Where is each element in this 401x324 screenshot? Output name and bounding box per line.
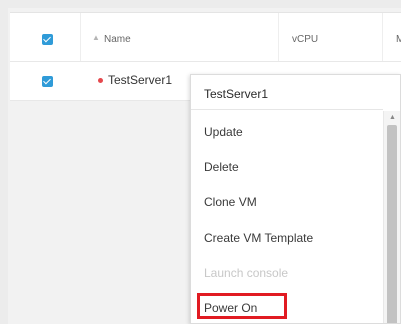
menu-item-delete[interactable]: Delete [204,160,239,174]
scrollbar-thumb[interactable] [387,125,397,323]
menu-item-clone-vm[interactable]: Clone VM [204,195,257,209]
context-menu-title: TestServer1 [204,87,269,101]
vm-context-menu: TestServer1 Update Delete Clone VM Creat… [190,74,401,324]
row-checkbox[interactable] [42,76,53,87]
menu-divider [191,109,383,110]
vm-name[interactable]: TestServer1 [108,73,172,87]
menu-item-update[interactable]: Update [204,125,243,139]
sort-up-icon[interactable]: ▲ [92,33,100,42]
column-divider [278,13,279,61]
column-divider [80,13,81,61]
power-status-icon [98,78,103,83]
vm-list-screen: ▲ Name vCPU M TestServer1 TestServer1 Up… [0,0,401,324]
column-header-vcpu[interactable]: vCPU [292,34,318,45]
table-header: ▲ Name vCPU M [10,13,401,62]
menu-item-launch-console: Launch console [204,266,289,280]
column-divider [382,13,383,61]
power-on-highlight [197,293,287,319]
menu-scrollbar[interactable]: ▲ [383,111,400,323]
chevron-up-icon[interactable]: ▲ [389,114,396,121]
column-header-name[interactable]: Name [104,34,131,45]
select-all-checkbox[interactable] [42,34,53,45]
column-header-memory[interactable]: M [396,34,401,45]
menu-item-create-vm-template[interactable]: Create VM Template [204,231,313,245]
